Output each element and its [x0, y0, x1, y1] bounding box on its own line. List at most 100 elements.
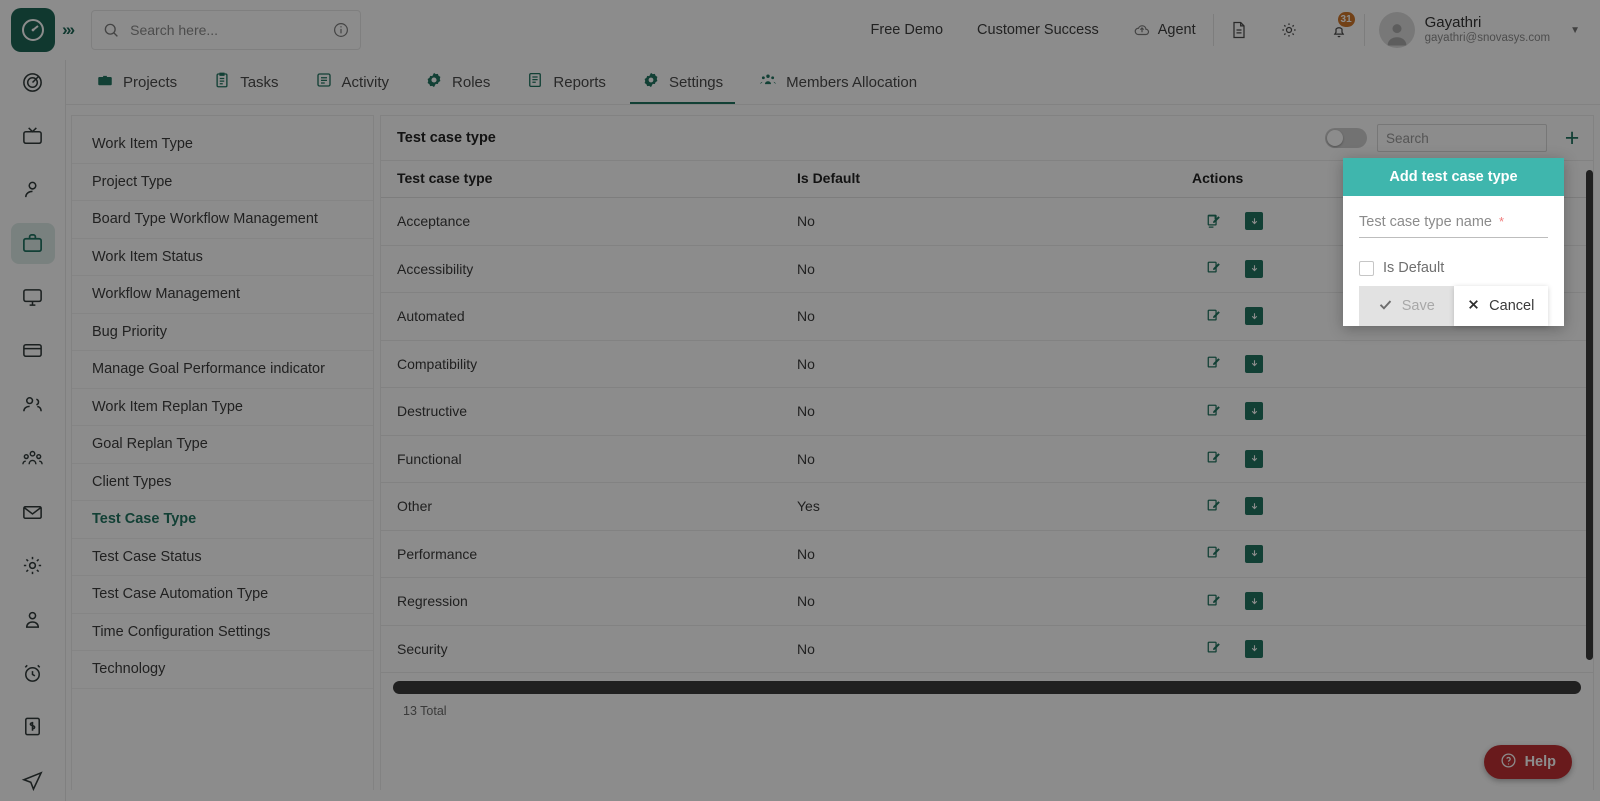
table-row[interactable]: Performance No — [381, 530, 1593, 578]
submenu-item-test-case-status[interactable]: Test Case Status — [72, 539, 373, 576]
global-search[interactable] — [91, 10, 362, 50]
edit-icon[interactable] — [1206, 450, 1223, 467]
card-icon[interactable] — [11, 331, 55, 372]
download-box-icon[interactable] — [1245, 259, 1263, 278]
column-header-name: Test case type — [381, 160, 781, 198]
group-icon[interactable] — [11, 438, 55, 479]
cancel-button[interactable]: Cancel — [1453, 286, 1548, 326]
chevron-down-icon[interactable]: ▼ — [1570, 25, 1580, 36]
tab-tasks[interactable]: Tasks — [195, 60, 296, 104]
submenu-item-manage-goal-performance-indicator[interactable]: Manage Goal Performance indicator — [72, 351, 373, 389]
submenu-item-test-case-type[interactable]: Test Case Type — [72, 501, 373, 539]
is-default-checkbox-row[interactable]: Is Default — [1359, 260, 1548, 276]
free-demo-link[interactable]: Free Demo — [854, 0, 961, 60]
plus-icon[interactable]: + — [1557, 123, 1587, 153]
notification-badge: 31 — [1336, 11, 1356, 28]
submenu-item-bug-priority[interactable]: Bug Priority — [72, 314, 373, 351]
edit-icon[interactable] — [1206, 355, 1223, 372]
table-row[interactable]: Functional No — [381, 435, 1593, 483]
checkbox-icon[interactable] — [1359, 260, 1374, 276]
table-row[interactable]: Destructive No — [381, 387, 1593, 436]
info-circle-icon[interactable] — [332, 21, 350, 39]
tab-roles[interactable]: Roles — [407, 60, 508, 104]
gear-icon[interactable] — [11, 545, 55, 586]
table-row[interactable]: Other Yes — [381, 482, 1593, 531]
bell-icon[interactable]: 31 — [1314, 0, 1364, 60]
profile-menu[interactable]: Gayathri gayathri@snovasys.com ▼ — [1365, 12, 1600, 48]
edit-icon[interactable] — [1206, 260, 1223, 277]
submenu-item-project-type[interactable]: Project Type — [72, 164, 373, 201]
download-box-icon[interactable] — [1245, 497, 1263, 516]
download-box-icon[interactable] — [1245, 354, 1263, 373]
edit-icon[interactable] — [1206, 498, 1223, 515]
edit-icon[interactable] — [1206, 545, 1223, 562]
users-icon[interactable] — [11, 384, 55, 425]
submenu-item-goal-replan-type[interactable]: Goal Replan Type — [72, 426, 373, 464]
search-input[interactable] — [130, 22, 323, 38]
edit-icon[interactable] — [1206, 640, 1223, 657]
invoice-icon[interactable] — [11, 707, 55, 748]
download-box-icon[interactable] — [1245, 449, 1263, 468]
submenu-item-workflow-management[interactable]: Workflow Management — [72, 276, 373, 314]
edit-icon[interactable] — [1206, 593, 1223, 610]
briefcase-icon[interactable] — [10, 223, 55, 264]
table-search-input[interactable] — [1377, 124, 1547, 152]
show-inactive-toggle[interactable] — [1325, 128, 1367, 148]
submenu-item-technology[interactable]: Technology — [72, 651, 373, 689]
document-icon[interactable] — [1214, 0, 1264, 60]
target-icon[interactable] — [11, 62, 55, 103]
submenu-item-work-item-status[interactable]: Work Item Status — [72, 239, 373, 276]
table-row[interactable]: Regression No — [381, 577, 1593, 626]
table-row[interactable]: Security No — [381, 625, 1593, 673]
tab-settings[interactable]: Settings — [624, 60, 741, 104]
save-label: Save — [1401, 298, 1435, 314]
mail-icon[interactable] — [11, 492, 55, 533]
submenu-item-test-case-automation-type[interactable]: Test Case Automation Type — [72, 576, 373, 614]
person-icon[interactable] — [11, 169, 55, 210]
save-button[interactable]: Save — [1359, 286, 1454, 326]
cell-name: Automated — [381, 292, 781, 341]
help-button[interactable]: Help — [1483, 745, 1572, 779]
vertical-scrollbar[interactable] — [1586, 160, 1593, 740]
tab-members-allocation[interactable]: Members Allocation — [741, 60, 935, 104]
customer-success-link[interactable]: Customer Success — [960, 0, 1116, 60]
cell-actions — [1176, 577, 1593, 626]
tab-activity[interactable]: Activity — [297, 60, 408, 104]
edit-icon[interactable] — [1206, 403, 1223, 420]
monitor-icon[interactable] — [11, 277, 55, 318]
agent-link[interactable]: Agent — [1116, 0, 1213, 60]
submenu-item-client-types[interactable]: Client Types — [72, 464, 373, 501]
download-box-icon[interactable] — [1245, 592, 1263, 611]
download-box-icon[interactable] — [1245, 639, 1263, 658]
download-box-icon[interactable] — [1245, 307, 1263, 326]
test-case-type-name-field[interactable]: Test case type name * — [1359, 214, 1548, 238]
edit-icon[interactable] — [1206, 308, 1223, 325]
submenu-label: Work Item Type — [92, 136, 193, 153]
tab-reports[interactable]: Reports — [508, 60, 624, 104]
submenu-label: Time Configuration Settings — [92, 623, 271, 640]
alarm-clock-icon[interactable] — [11, 653, 55, 694]
clock-logo-icon[interactable] — [11, 8, 55, 52]
icon-rail — [0, 0, 66, 801]
send-icon[interactable] — [11, 760, 55, 801]
submenu-item-time-configuration-settings[interactable]: Time Configuration Settings — [72, 614, 373, 651]
edit-icon[interactable] — [1206, 213, 1223, 230]
submenu-item-work-item-replan-type[interactable]: Work Item Replan Type — [72, 389, 373, 426]
cell-name: Performance — [381, 530, 781, 578]
help-label: Help — [1524, 754, 1556, 770]
gear-icon[interactable] — [1264, 0, 1314, 60]
download-box-icon[interactable] — [1245, 402, 1263, 421]
cell-is-default: No — [781, 340, 1176, 388]
submenu-item-board-type-workflow-management[interactable]: Board Type Workflow Management — [72, 201, 373, 239]
download-box-icon[interactable] — [1245, 212, 1263, 231]
horizontal-scrollbar[interactable] — [393, 681, 1581, 694]
checkbox-label: Is Default — [1383, 260, 1445, 276]
tv-icon[interactable] — [11, 116, 55, 157]
chevrons-right-icon[interactable]: »› — [62, 20, 75, 40]
tab-projects[interactable]: Projects — [78, 60, 195, 104]
download-box-icon[interactable] — [1245, 544, 1263, 563]
agent-label: Agent — [1157, 22, 1196, 38]
table-row[interactable]: Compatibility No — [381, 340, 1593, 388]
submenu-item-work-item-type[interactable]: Work Item Type — [72, 126, 373, 164]
user-badge-icon[interactable] — [11, 599, 55, 640]
